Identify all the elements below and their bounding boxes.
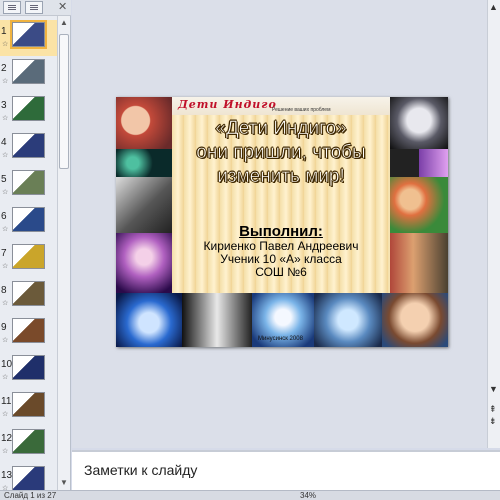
slide-thumbnail[interactable]	[12, 281, 45, 306]
slide-thumbnail[interactable]	[12, 170, 45, 195]
slide-number: 9	[1, 322, 7, 333]
slide-title[interactable]: «Дети Индиго» они пришли, чтобы изменить…	[172, 117, 390, 189]
slide-thumbnail[interactable]	[12, 207, 45, 232]
slide-footer: Минусинск 2008	[258, 336, 303, 342]
slide-editor: Дети Индиго Решение ваших проблем «Дети …	[72, 0, 487, 448]
transition-icon: ☆	[2, 448, 9, 455]
transition-icon: ☆	[2, 263, 9, 270]
slide-thumbnail-row[interactable]: 9 ☆	[0, 316, 58, 352]
transition-icon: ☆	[2, 152, 9, 159]
outline-tab[interactable]	[25, 1, 43, 14]
notes-placeholder: Заметки к слайду	[84, 462, 198, 478]
slide-thumbnail-row[interactable]: 2 ☆	[0, 57, 58, 93]
photo-earth	[116, 293, 182, 347]
scrollbar-thumb[interactable]	[59, 34, 69, 169]
slide-counter: Слайд 1 из 27	[4, 491, 57, 500]
zoom-level[interactable]: 34%	[300, 491, 316, 500]
photo-baby-face	[390, 97, 448, 149]
slide-thumbnail[interactable]	[12, 96, 45, 121]
photo-blue-face	[314, 293, 382, 347]
slide-thumbnail[interactable]	[12, 133, 45, 158]
notes-pane[interactable]: Заметки к слайду	[72, 450, 500, 490]
slide-number: 3	[1, 100, 7, 111]
pane-tabs: ✕	[0, 0, 71, 16]
banner-title: Дети Индиго	[178, 98, 277, 111]
photo-children	[116, 97, 172, 149]
slides-tab[interactable]	[3, 1, 21, 14]
slide-number: 7	[1, 248, 7, 259]
slide-thumbnail-row[interactable]: 6 ☆	[0, 205, 58, 241]
close-icon[interactable]: ✕	[58, 0, 67, 13]
title-line: изменить мир!	[217, 166, 345, 188]
slide-thumbnail-row[interactable]: 11 ☆	[0, 390, 58, 426]
transition-icon: ☆	[2, 374, 9, 381]
slide-number: 5	[1, 174, 7, 185]
transition-icon: ☆	[2, 78, 9, 85]
status-bar: Слайд 1 из 27 34%	[0, 490, 500, 500]
thumbnail-list: 1 ☆ 2 ☆ 3 ☆ 4 ☆ 5 ☆ 6 ☆ 7 ☆ 8 ☆ 9 ☆ 10 ☆ 11 ☆ 12 ☆ 13 ☆	[0, 20, 58, 490]
slide-thumbnail-row[interactable]: 4 ☆	[0, 131, 58, 167]
slide-thumbnail[interactable]	[12, 244, 45, 269]
slide-thumbnail[interactable]	[12, 429, 45, 454]
transition-icon: ☆	[2, 41, 9, 48]
thumbnail-scrollbar[interactable]: ▲ ▼	[57, 16, 70, 490]
photo-kids-smiling	[390, 177, 448, 233]
next-slide-icon[interactable]: ⇟	[489, 416, 497, 426]
slide-number: 4	[1, 137, 7, 148]
photo-glow-child	[116, 233, 172, 293]
scroll-up-icon[interactable]: ▲	[489, 2, 498, 12]
slide-number: 6	[1, 211, 7, 222]
title-line: «Дети Индиго»	[215, 118, 347, 140]
slide-thumbnail[interactable]	[12, 392, 45, 417]
photo-girl-face	[182, 293, 252, 347]
slide-thumbnail-row[interactable]: 1 ☆	[0, 20, 58, 56]
editor-scrollbar[interactable]: ▲ ▼ ⇞ ⇟	[487, 0, 500, 448]
slide-thumbnail-row[interactable]: 13 ☆	[0, 464, 58, 490]
transition-icon: ☆	[2, 189, 9, 196]
transition-icon: ☆	[2, 300, 9, 307]
photo-group-kids	[390, 233, 448, 293]
slide-number: 13	[1, 470, 13, 481]
photo-abstract	[390, 149, 448, 177]
transition-icon: ☆	[2, 226, 9, 233]
author-line: СОШ №6	[255, 265, 307, 279]
photo-bw-child	[116, 177, 172, 233]
photo-dna	[116, 149, 172, 177]
slide-number: 10	[1, 359, 13, 370]
previous-slide-icon[interactable]: ⇞	[489, 404, 497, 414]
slide-number: 12	[1, 433, 13, 444]
slide-thumbnail-row[interactable]: 3 ☆	[0, 94, 58, 130]
slide-number: 2	[1, 63, 7, 74]
slide-thumbnail-row[interactable]: 10 ☆	[0, 353, 58, 389]
slide-thumbnail-row[interactable]: 7 ☆	[0, 242, 58, 278]
transition-icon: ☆	[2, 411, 9, 418]
transition-icon: ☆	[2, 337, 9, 344]
banner-subtitle: Решение ваших проблем	[272, 107, 331, 113]
title-line: они пришли, чтобы	[196, 142, 366, 164]
photo-thinking-child	[382, 293, 448, 347]
author-block[interactable]: Выполнил: Кириенко Павел Андреевич Учени…	[172, 223, 390, 279]
slide-canvas[interactable]: Дети Индиго Решение ваших проблем «Дети …	[116, 97, 448, 347]
transition-icon: ☆	[2, 115, 9, 122]
slides-pane: ✕ 1 ☆ 2 ☆ 3 ☆ 4 ☆ 5 ☆ 6 ☆ 7 ☆ 8 ☆ 9 ☆ 10 ☆ 11 ☆ 12 ☆ 13 ☆ ▲ ▼	[0, 0, 71, 490]
slide-number: 1	[1, 26, 7, 37]
slide-thumbnail[interactable]	[12, 59, 45, 84]
slide-number: 11	[1, 396, 12, 407]
slide-thumbnail-row[interactable]: 8 ☆	[0, 279, 58, 315]
scroll-down-icon[interactable]: ▼	[489, 384, 498, 394]
slide-thumbnail[interactable]	[10, 20, 47, 49]
slide-thumbnail[interactable]	[12, 466, 45, 490]
slide-thumbnail-row[interactable]: 5 ☆	[0, 168, 58, 204]
slide-thumbnail[interactable]	[12, 355, 45, 380]
slide-number: 8	[1, 285, 7, 296]
slide-thumbnail-row[interactable]: 12 ☆	[0, 427, 58, 463]
slide-thumbnail[interactable]	[12, 318, 45, 343]
author-label: Выполнил:	[239, 223, 323, 240]
slide-banner: Дети Индиго Решение ваших проблем	[172, 97, 390, 115]
scroll-down-icon[interactable]: ▼	[60, 478, 68, 487]
slide-text-panel: «Дети Индиго» они пришли, чтобы изменить…	[172, 115, 390, 293]
scroll-up-icon[interactable]: ▲	[60, 18, 68, 27]
